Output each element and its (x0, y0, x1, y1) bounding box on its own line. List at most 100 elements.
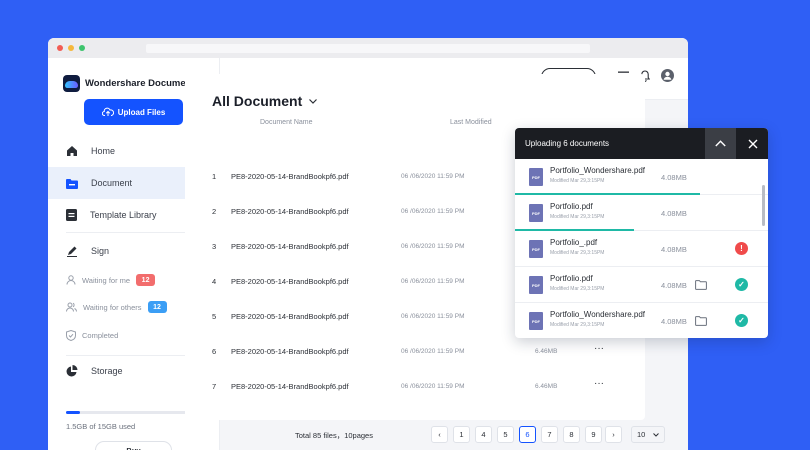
row-number: 1 (212, 172, 217, 181)
last-modified: 06 /06/2020 11:59 PM (401, 313, 465, 320)
more-options-button[interactable]: ··· (594, 378, 604, 389)
page-button-4[interactable]: 4 (475, 426, 492, 443)
file-name: PE8-2020-05-14-BrandBookpf6.pdf (231, 277, 349, 286)
prev-page-button[interactable]: ‹ (431, 426, 448, 443)
more-options-button[interactable]: ··· (594, 343, 604, 354)
open-folder-icon[interactable] (695, 316, 707, 326)
table-row[interactable]: 7 PE8-2020-05-14-BrandBookpf6.pdf 06 /06/2… (185, 369, 645, 404)
row-number: 6 (212, 347, 217, 356)
check-circle-icon: ✓ (735, 278, 748, 291)
upload-item[interactable]: PDF Portfolio.pdf Modified Mar 29,3:15PM 4.… (515, 195, 768, 231)
file-name: PE8-2020-05-14-BrandBookpf6.pdf (231, 347, 349, 356)
error-icon: ! (735, 242, 748, 255)
pdf-file-icon: PDF (529, 240, 543, 258)
column-header-name[interactable]: Document Name (260, 119, 313, 126)
pen-icon (67, 246, 77, 257)
user-icon (66, 275, 76, 285)
file-name: PE8-2020-05-14-BrandBookpf6.pdf (231, 382, 349, 391)
upload-files-button[interactable]: Upload Files (84, 99, 183, 125)
count-badge: 12 (136, 274, 156, 286)
template-icon (66, 209, 77, 221)
upload-panel-title: Uploading 6 documents (525, 139, 610, 148)
file-name: PE8-2020-05-14-BrandBookpf6.pdf (231, 242, 349, 251)
file-name: PE8-2020-05-14-BrandBookpf6.pdf (231, 312, 349, 321)
upload-file-name: Portfolio_Wondershare.pdf (550, 310, 646, 319)
upload-item[interactable]: PDF Portfolio_Wondershare.pdf Modified Mar… (515, 303, 768, 338)
upload-file-size: 4.08MB (661, 245, 687, 254)
close-icon (748, 139, 757, 148)
document-cloud-logo (63, 75, 80, 92)
file-name: PE8-2020-05-14-BrandBookpf6.pdf (231, 172, 349, 181)
upload-file-size: 4.08MB (661, 173, 687, 182)
row-number: 3 (212, 242, 217, 251)
page-button-5[interactable]: 5 (497, 426, 514, 443)
upload-file-name: Portfolio_Wondershare.pdf (550, 166, 646, 175)
page-size-select[interactable]: 10 (631, 426, 665, 443)
upload-file-name: Portfolio.pdf (550, 202, 593, 211)
upload-item[interactable]: PDF Portfolio_Wondershare.pdf Modified Mar… (515, 159, 768, 195)
pdf-file-icon: PDF (529, 168, 543, 186)
upload-item[interactable]: PDF Portfolio_.pdf Modified Mar 29,3:15PM 4… (515, 231, 768, 267)
upload-file-name: Portfolio.pdf (550, 274, 593, 283)
column-header-modified[interactable]: Last Modified (450, 119, 492, 126)
upload-file-size: 4.08MB (661, 281, 687, 290)
next-page-button[interactable]: › (605, 426, 622, 443)
page-title-text: All Document (212, 93, 303, 109)
collapse-button[interactable] (705, 128, 736, 159)
maximize-window-dot[interactable] (79, 45, 85, 51)
page-title[interactable]: All Document (212, 93, 318, 109)
page-size-value: 10 (637, 430, 646, 439)
folder-icon (66, 178, 78, 189)
sign-item-label: Completed (82, 330, 119, 340)
nav-label-template-library: Template Library (90, 210, 157, 220)
upload-panel: Uploading 6 documents PDF Portfolio_Wonde… (515, 128, 768, 338)
upload-panel-header: Uploading 6 documents (515, 128, 768, 159)
upload-file-modified: Modified Mar 29,3:15PM (550, 322, 605, 328)
nav-label-document: Document (91, 178, 133, 188)
upload-file-modified: Modified Mar 29,3:15PM (550, 214, 605, 220)
page-button-1[interactable]: 1 (453, 426, 470, 443)
page-button-9[interactable]: 9 (585, 426, 602, 443)
chevron-right-icon: › (612, 430, 615, 439)
row-number: 4 (212, 277, 217, 286)
table-row[interactable]: 6 PE8-2020-05-14-BrandBookpf6.pdf 06 /06/2… (185, 334, 645, 369)
pdf-file-icon: PDF (529, 312, 543, 330)
sign-item-waiting-for-me[interactable]: Waiting for me 12 (66, 272, 156, 288)
pdf-file-icon: PDF (529, 276, 543, 294)
page-button-7[interactable]: 7 (541, 426, 558, 443)
close-window-dot[interactable] (57, 45, 63, 51)
page-button-8[interactable]: 8 (563, 426, 580, 443)
count-badge: 12 (147, 301, 167, 313)
close-button[interactable] (737, 128, 768, 159)
nav-label-home: Home (91, 146, 116, 156)
chevron-up-icon (715, 140, 726, 147)
upload-file-modified: Modified Mar 29,3:15PM (550, 286, 605, 292)
pie-chart-icon (66, 365, 78, 377)
file-size: 6.46MB (535, 348, 558, 355)
minimize-window-dot[interactable] (68, 45, 74, 51)
upload-item[interactable]: PDF Portfolio.pdf Modified Mar 29,3:15PM 4.… (515, 267, 768, 303)
last-modified: 06 /06/2020 11:59 PM (401, 173, 465, 180)
page-button-6[interactable]: 6 (519, 426, 536, 443)
upload-file-modified: Modified Mar 29,3:15PM (550, 250, 605, 256)
divider (66, 232, 202, 233)
upload-list-scrollbar[interactable] (762, 185, 765, 226)
total-files-text: Total 85 files，10pages (295, 431, 373, 440)
sign-item-label: Waiting for me (82, 275, 131, 285)
upload-file-size: 4.08MB (661, 317, 687, 326)
chevron-left-icon: ‹ (438, 430, 441, 439)
check-circle-icon: ✓ (735, 314, 748, 327)
buy-button[interactable]: Buy (95, 441, 172, 450)
row-number: 7 (212, 382, 217, 391)
sign-item-waiting-for-others[interactable]: Waiting for others 12 (66, 299, 167, 315)
last-modified: 06 /06/2020 11:59 PM (401, 278, 465, 285)
open-folder-icon[interactable] (695, 280, 707, 290)
avatar-icon[interactable] (661, 69, 674, 82)
address-bar[interactable] (146, 44, 590, 53)
chevron-down-icon (653, 432, 659, 437)
storage-text: 1.5GB of 15GB used (66, 422, 136, 431)
storage-usage-fill (66, 411, 80, 414)
sign-item-completed[interactable]: Completed (66, 327, 118, 343)
chevron-down-icon (309, 98, 318, 104)
upload-file-name: Portfolio_.pdf (550, 238, 598, 247)
